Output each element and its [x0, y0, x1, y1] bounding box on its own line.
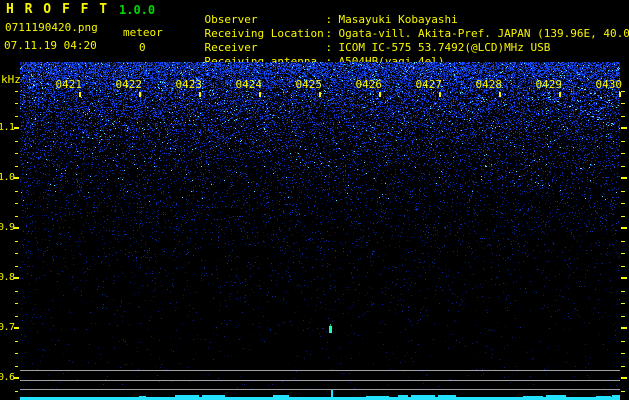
time-minute-tick: [499, 92, 501, 97]
time-minute-tick: [259, 92, 261, 97]
calibration-line: [20, 380, 620, 381]
freq-minor-tick-left: [15, 291, 18, 292]
freq-minor-tick-right: [621, 91, 625, 92]
freq-minor-tick-right: [621, 266, 625, 267]
time-axis-label: 0426: [354, 78, 382, 91]
freq-minor-tick-left: [15, 203, 18, 204]
time-minute-tick: [619, 92, 621, 97]
freq-major-tick-right: [621, 277, 627, 279]
freq-minor-tick-right: [621, 353, 625, 354]
freq-axis-label: 0.8: [0, 272, 14, 283]
freq-minor-tick-left: [15, 353, 18, 354]
observation-datetime: 07.11.19 04:20: [4, 39, 97, 52]
freq-minor-tick-left: [15, 191, 18, 192]
freq-minor-tick-right: [621, 316, 625, 317]
freq-axis-label: 1.1: [0, 122, 14, 133]
freq-minor-tick-left: [15, 391, 18, 392]
freq-major-tick-left: [14, 277, 19, 279]
freq-minor-tick-right: [621, 216, 625, 217]
freq-minor-tick-right: [621, 141, 625, 142]
freq-minor-tick-left: [15, 103, 18, 104]
freq-axis-label: 0.7: [0, 322, 14, 333]
time-axis-label: 0430: [594, 78, 622, 91]
freq-minor-tick-left: [15, 316, 18, 317]
spectrogram-canvas: [20, 62, 620, 390]
freq-major-tick-left: [14, 177, 19, 179]
freq-axis-unit: kHz: [1, 73, 21, 86]
app-version: 1.0.0: [119, 3, 155, 17]
freq-major-tick-left: [14, 227, 19, 229]
freq-minor-tick-left: [15, 303, 18, 304]
freq-minor-tick-right: [621, 166, 625, 167]
freq-major-tick-right: [621, 327, 627, 329]
freq-minor-tick-left: [15, 216, 18, 217]
freq-minor-tick-right: [621, 366, 625, 367]
time-axis-label: 0427: [414, 78, 442, 91]
time-axis-label: 0423: [174, 78, 202, 91]
freq-major-tick-left: [14, 327, 19, 329]
output-filename: 0711190420.png: [5, 21, 98, 34]
freq-major-tick-right: [621, 127, 627, 129]
time-minute-tick: [199, 92, 201, 97]
freq-minor-tick-left: [15, 253, 18, 254]
freq-minor-tick-right: [621, 241, 625, 242]
meteor-counter-label: meteor: [123, 26, 163, 39]
time-axis-label: 0421: [54, 78, 82, 91]
freq-minor-tick-right: [621, 103, 625, 104]
time-axis-label: 0429: [534, 78, 562, 91]
freq-minor-tick-left: [15, 266, 18, 267]
freq-axis-label: 0.6: [0, 372, 14, 383]
freq-axis-label: 1.0: [0, 172, 14, 183]
freq-major-tick-right: [621, 177, 627, 179]
time-minute-tick: [439, 92, 441, 97]
meteor-counter-value: 0: [139, 41, 146, 54]
freq-minor-tick-left: [15, 341, 18, 342]
freq-axis-label: 0.9: [0, 222, 14, 233]
freq-minor-tick-right: [621, 303, 625, 304]
freq-minor-tick-left: [15, 153, 18, 154]
freq-major-tick-right: [621, 227, 627, 229]
time-minute-tick: [139, 92, 141, 97]
freq-minor-tick-left: [15, 166, 18, 167]
time-minute-tick: [559, 92, 561, 97]
time-minute-tick: [319, 92, 321, 97]
calibration-line: [20, 370, 620, 371]
freq-minor-tick-right: [621, 203, 625, 204]
freq-minor-tick-right: [621, 153, 625, 154]
freq-minor-tick-left: [15, 366, 18, 367]
freq-minor-tick-right: [621, 253, 625, 254]
freq-minor-tick-right: [621, 391, 625, 392]
freq-major-tick-left: [14, 377, 19, 379]
freq-major-tick-left: [14, 127, 19, 129]
time-axis-label: 0422: [114, 78, 142, 91]
freq-major-tick-right: [621, 377, 627, 379]
signal-level-strip: [20, 390, 620, 400]
freq-minor-tick-left: [15, 241, 18, 242]
freq-minor-tick-left: [15, 116, 18, 117]
freq-minor-tick-right: [621, 341, 625, 342]
app-title: H R O F F T: [6, 2, 109, 17]
time-axis-label: 0425: [294, 78, 322, 91]
time-minute-tick: [79, 92, 81, 97]
freq-minor-tick-right: [621, 191, 625, 192]
hrofft-window: H R O F F T 1.0.0 0711190420.png meteor …: [0, 0, 629, 400]
time-axis-label: 0428: [474, 78, 502, 91]
freq-minor-tick-left: [15, 141, 18, 142]
freq-minor-tick-right: [621, 116, 625, 117]
freq-minor-tick-left: [15, 91, 18, 92]
time-axis-label: 0424: [234, 78, 262, 91]
time-minute-tick: [379, 92, 381, 97]
freq-minor-tick-right: [621, 291, 625, 292]
